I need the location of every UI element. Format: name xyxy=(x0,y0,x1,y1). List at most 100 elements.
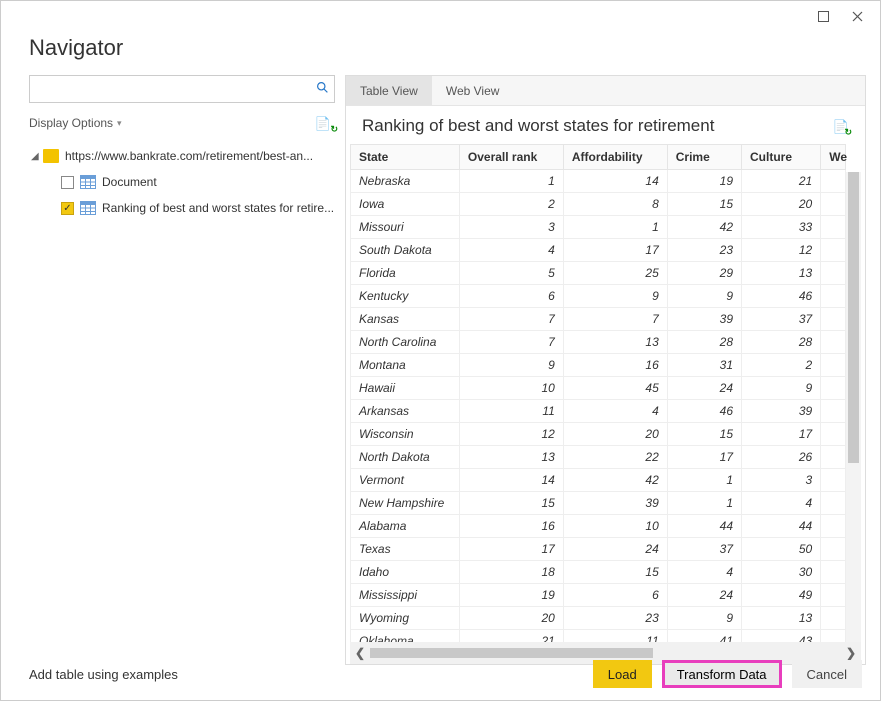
refresh-preview-icon[interactable] xyxy=(833,118,849,135)
table-row[interactable]: Kansas773937 xyxy=(351,308,846,331)
table-cell: Nebraska xyxy=(351,170,460,193)
table-cell: 15 xyxy=(667,193,741,216)
tree-root-node[interactable]: ◢ https://www.bankrate.com/retirement/be… xyxy=(15,143,335,169)
table-row[interactable]: Wisconsin12201517 xyxy=(351,423,846,446)
table-cell: 45 xyxy=(563,377,667,400)
table-cell: 24 xyxy=(563,538,667,561)
checkbox-document[interactable] xyxy=(61,176,74,189)
table-cell: 7 xyxy=(459,331,563,354)
table-cell: 42 xyxy=(563,469,667,492)
transform-data-button[interactable]: Transform Data xyxy=(662,660,782,688)
refresh-icon[interactable] xyxy=(315,115,335,132)
table-row[interactable]: Florida5252913 xyxy=(351,262,846,285)
table-cell: 29 xyxy=(667,262,741,285)
search-icon[interactable] xyxy=(310,81,334,97)
table-row[interactable]: Idaho1815430 xyxy=(351,561,846,584)
maximize-button[interactable] xyxy=(806,4,840,28)
table-icon xyxy=(80,201,96,215)
table-body: Nebraska1141921Iowa281520Missouri314233S… xyxy=(351,170,846,653)
table-cell: 28 xyxy=(667,331,741,354)
close-button[interactable] xyxy=(840,4,874,28)
table-row[interactable]: Wyoming2023913 xyxy=(351,607,846,630)
table-cell: 4 xyxy=(459,239,563,262)
table-row[interactable]: South Dakota4172312 xyxy=(351,239,846,262)
table-cell xyxy=(821,561,846,584)
table-cell xyxy=(821,170,846,193)
table-row[interactable]: Vermont144213 xyxy=(351,469,846,492)
table-cell: 7 xyxy=(563,308,667,331)
table-cell xyxy=(821,423,846,446)
table-row[interactable]: North Carolina7132828 xyxy=(351,331,846,354)
table-cell: Wisconsin xyxy=(351,423,460,446)
table-cell xyxy=(821,446,846,469)
table-row[interactable]: North Dakota13221726 xyxy=(351,446,846,469)
table-row[interactable]: Kentucky69946 xyxy=(351,285,846,308)
table-cell xyxy=(821,354,846,377)
table-cell: 10 xyxy=(459,377,563,400)
table-row[interactable]: Alabama16104444 xyxy=(351,515,846,538)
table-icon xyxy=(80,175,96,189)
table-cell: 9 xyxy=(742,377,821,400)
table-row[interactable]: Nebraska1141921 xyxy=(351,170,846,193)
tree-item-document[interactable]: Document xyxy=(15,169,335,195)
checkbox-ranking[interactable]: ✓ xyxy=(61,202,74,215)
tab-web-view[interactable]: Web View xyxy=(432,76,514,105)
table-cell: 19 xyxy=(667,170,741,193)
table-cell: 44 xyxy=(742,515,821,538)
navigator-tree-pane: Display Options ▾ ◢ https://www.bankrate… xyxy=(15,75,335,665)
table-cell: 11 xyxy=(459,400,563,423)
table-cell: Iowa xyxy=(351,193,460,216)
table-cell: 9 xyxy=(459,354,563,377)
column-header[interactable]: We xyxy=(821,145,846,170)
column-header[interactable]: Crime xyxy=(667,145,741,170)
table-cell: Florida xyxy=(351,262,460,285)
add-table-examples-button[interactable]: Add table using examples xyxy=(19,661,188,688)
table-cell: 15 xyxy=(667,423,741,446)
tree-item-label: Ranking of best and worst states for ret… xyxy=(102,201,334,215)
table-cell: 23 xyxy=(563,607,667,630)
expand-icon[interactable]: ◢ xyxy=(31,151,43,162)
table-cell: 15 xyxy=(459,492,563,515)
table-cell: 33 xyxy=(742,216,821,239)
table-cell: 13 xyxy=(563,331,667,354)
table-cell: 13 xyxy=(742,262,821,285)
table-cell xyxy=(821,308,846,331)
column-header[interactable]: Culture xyxy=(742,145,821,170)
table-cell: 9 xyxy=(667,285,741,308)
table-cell: 20 xyxy=(742,193,821,216)
display-options[interactable]: Display Options ▾ xyxy=(15,109,335,137)
table-cell xyxy=(821,538,846,561)
table-cell: 12 xyxy=(459,423,563,446)
table-cell: 25 xyxy=(563,262,667,285)
dialog-header: Navigator xyxy=(1,31,880,75)
column-header[interactable]: Affordability xyxy=(563,145,667,170)
vertical-scrollbar[interactable] xyxy=(846,172,861,642)
table-row[interactable]: Hawaii1045249 xyxy=(351,377,846,400)
column-header[interactable]: State xyxy=(351,145,460,170)
table-row[interactable]: Texas17243750 xyxy=(351,538,846,561)
table-row[interactable]: New Hampshire153914 xyxy=(351,492,846,515)
table-row[interactable]: Montana916312 xyxy=(351,354,846,377)
search-input[interactable] xyxy=(30,82,310,96)
table-cell: Arkansas xyxy=(351,400,460,423)
table-cell: 17 xyxy=(563,239,667,262)
tree-item-ranking[interactable]: ✓ Ranking of best and worst states for r… xyxy=(15,195,335,221)
load-button[interactable]: Load xyxy=(593,660,652,688)
table-cell: 19 xyxy=(459,584,563,607)
table-cell: 9 xyxy=(667,607,741,630)
table-cell: 1 xyxy=(667,492,741,515)
table-row[interactable]: Arkansas1144639 xyxy=(351,400,846,423)
table-row[interactable]: Mississippi1962449 xyxy=(351,584,846,607)
table-cell: Mississippi xyxy=(351,584,460,607)
table-cell: 42 xyxy=(667,216,741,239)
column-header[interactable]: Overall rank xyxy=(459,145,563,170)
table-cell: 5 xyxy=(459,262,563,285)
table-cell xyxy=(821,331,846,354)
table-row[interactable]: Missouri314233 xyxy=(351,216,846,239)
scrollbar-thumb[interactable] xyxy=(848,172,859,463)
search-box[interactable] xyxy=(29,75,335,103)
table-cell: 20 xyxy=(459,607,563,630)
cancel-button[interactable]: Cancel xyxy=(792,660,862,688)
table-row[interactable]: Iowa281520 xyxy=(351,193,846,216)
tab-table-view[interactable]: Table View xyxy=(346,76,432,105)
